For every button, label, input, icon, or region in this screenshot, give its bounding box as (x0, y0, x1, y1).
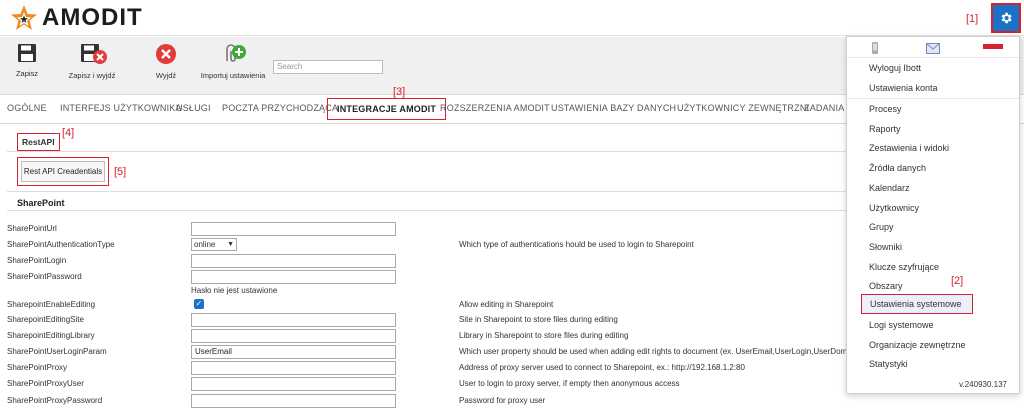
setting-description: Address of proxy server used to connect … (459, 363, 745, 372)
menu-item-system-settings[interactable]: Ustawienia systemowe (861, 294, 973, 314)
chevron-down-icon: ▼ (227, 241, 234, 248)
proxy-password-input[interactable] (191, 394, 396, 408)
settings-dropdown-menu: Wyloguj Ibott Ustawienia konta Procesy R… (846, 36, 1020, 394)
tab-ogolne[interactable]: OGÓLNE (7, 103, 47, 113)
top-header: AMODIT [1] (0, 0, 1024, 36)
setting-label: SharepointEditingLibrary (7, 331, 95, 340)
divider (7, 210, 847, 211)
menu-icon-row (847, 37, 1019, 57)
setting-description: Library in Sharepoint to store files dur… (459, 331, 629, 340)
annotation-3: [3] (393, 86, 406, 98)
menu-item-data-sources[interactable]: Źródła danych (847, 158, 1019, 178)
sharepoint-section-title: SharePoint (17, 198, 65, 208)
sharepoint-password-input[interactable] (191, 270, 396, 284)
tab-uzytkownicy-zewnetrzni[interactable]: UŻYTKOWNICY ZEWNĘTRZNI (677, 103, 809, 113)
rest-api-credentials-button-frame: Rest API Creadentials (17, 157, 109, 186)
divider (7, 151, 847, 152)
import-settings-button[interactable]: Importuj ustawienia (198, 43, 268, 80)
menu-item-system-logs[interactable]: Logi systemowe (847, 315, 1019, 335)
setting-label: SharePointUrl (7, 224, 57, 233)
tab-integracje-amodit[interactable]: INTEGRACJE AMODIT (327, 98, 447, 120)
proxy-user-input[interactable] (191, 377, 396, 391)
import-settings-label: Importuj ustawienia (200, 71, 266, 80)
tab-zadania[interactable]: ZADANIA (804, 103, 844, 113)
close-circle-icon (156, 44, 176, 64)
editing-site-input[interactable] (191, 313, 396, 327)
floppy-disk-icon (18, 44, 36, 62)
tab-rozszerzenia-amodit[interactable]: ROZSZERZENIA AMODIT (440, 103, 550, 113)
password-hint: Hasło nie jest ustawione (191, 286, 278, 295)
menu-item-calendar[interactable]: Kalendarz (847, 178, 1019, 198)
menu-item-views[interactable]: Zestawienia i widoki (847, 138, 1019, 158)
setting-row: SharePointProxyPassword Password for pro… (7, 394, 1007, 409)
amodit-logo[interactable]: AMODIT (10, 4, 143, 32)
settings-gear-button[interactable] (991, 3, 1021, 33)
save-label: Zapisz (15, 69, 39, 78)
save-and-exit-label: Zapisz i wyjdź (68, 71, 116, 80)
enable-editing-checkbox[interactable]: ✓ (194, 299, 204, 309)
exit-label: Wyjdź (155, 71, 177, 80)
exit-button[interactable]: Wyjdź (148, 43, 184, 80)
select-value: online (194, 240, 216, 249)
restapi-section-title: RestAPI (17, 133, 60, 151)
menu-item-encryption-keys[interactable]: Klucze szyfrujące (847, 257, 1019, 277)
user-login-param-input[interactable]: UserEmail (191, 345, 396, 359)
setting-description: User to login to proxy server, if empty … (459, 379, 680, 388)
setting-description: Password for proxy user (459, 396, 546, 405)
paperclip-add-icon (226, 44, 246, 62)
setting-description: Allow editing in Sharepoint (459, 300, 554, 309)
divider (7, 191, 847, 192)
setting-label: SharePointAuthenticationType (7, 240, 115, 249)
setting-label: SharePointLogin (7, 256, 67, 265)
menu-item-account-settings[interactable]: Ustawienia konta (847, 78, 1019, 98)
authentication-type-select[interactable]: online ▼ (191, 238, 237, 251)
tab-ustawienia-bazy-danych[interactable]: USTAWIENIA BAZY DANYCH (551, 103, 676, 113)
menu-item-processes[interactable]: Procesy (847, 99, 1019, 119)
sharepoint-login-input[interactable] (191, 254, 396, 268)
setting-label: SharePointProxy (7, 363, 68, 372)
annotation-1: [1] (966, 13, 979, 25)
annotation-5: [5] (114, 166, 127, 178)
setting-description: Which user property should be used when … (459, 347, 858, 356)
menu-item-logout[interactable]: Wyloguj Ibott (847, 58, 1019, 78)
setting-description: Which type of authentications hould be u… (459, 240, 694, 249)
gear-icon (1001, 12, 1012, 24)
setting-label: SharePointUserLoginParam (7, 347, 107, 356)
setting-label: SharePointProxyPassword (7, 396, 103, 405)
menu-item-statistics[interactable]: Statystyki (847, 354, 1019, 374)
setting-label: SharePointPassword (7, 272, 82, 281)
star-logo-icon (11, 5, 37, 30)
menu-item-dictionaries[interactable]: Słowniki (847, 237, 1019, 257)
menu-item-reports[interactable]: Raporty (847, 119, 1019, 139)
floppy-exit-icon (81, 44, 107, 64)
setting-label: SharepointEditingSite (7, 315, 84, 324)
save-and-exit-button[interactable]: Zapisz i wyjdź (62, 43, 122, 80)
menu-item-groups[interactable]: Grupy (847, 217, 1019, 237)
tab-uslugi[interactable]: USŁUGI (176, 103, 211, 113)
tab-interfejs-uzytkownika[interactable]: INTERFEJS UŻYTKOWNIKA (60, 103, 182, 113)
menu-item-users[interactable]: Użytkownicy (847, 198, 1019, 218)
annotation-2: [2] (951, 275, 964, 287)
save-button[interactable]: Zapisz (12, 43, 42, 78)
setting-label: SharePointProxyUser (7, 379, 84, 388)
sharepoint-url-input[interactable] (191, 222, 396, 236)
search-input[interactable]: Search (273, 60, 383, 74)
setting-description: Site in Sharepoint to store files during… (459, 315, 618, 324)
setting-label: SharepointEnableEditing (7, 300, 96, 309)
menu-item-areas[interactable]: Obszary (847, 276, 1019, 296)
editing-library-input[interactable] (191, 329, 396, 343)
app-version: v.240930.137 (959, 380, 1007, 389)
tab-poczta-przychodzaca[interactable]: POCZTA PRZYCHODZĄCA (222, 103, 338, 113)
rest-api-credentials-button[interactable]: Rest API Creadentials (21, 161, 105, 182)
menu-item-external-organizations[interactable]: Organizacje zewnętrzne (847, 335, 1019, 355)
logo-text: AMODIT (42, 4, 143, 31)
page: AMODIT [1] Zapisz Zapisz i wyjdź Wyjdź I… (0, 0, 1024, 414)
annotation-4: [4] (62, 127, 75, 139)
proxy-input[interactable] (191, 361, 396, 375)
language-flag-icon[interactable] (983, 44, 1003, 49)
